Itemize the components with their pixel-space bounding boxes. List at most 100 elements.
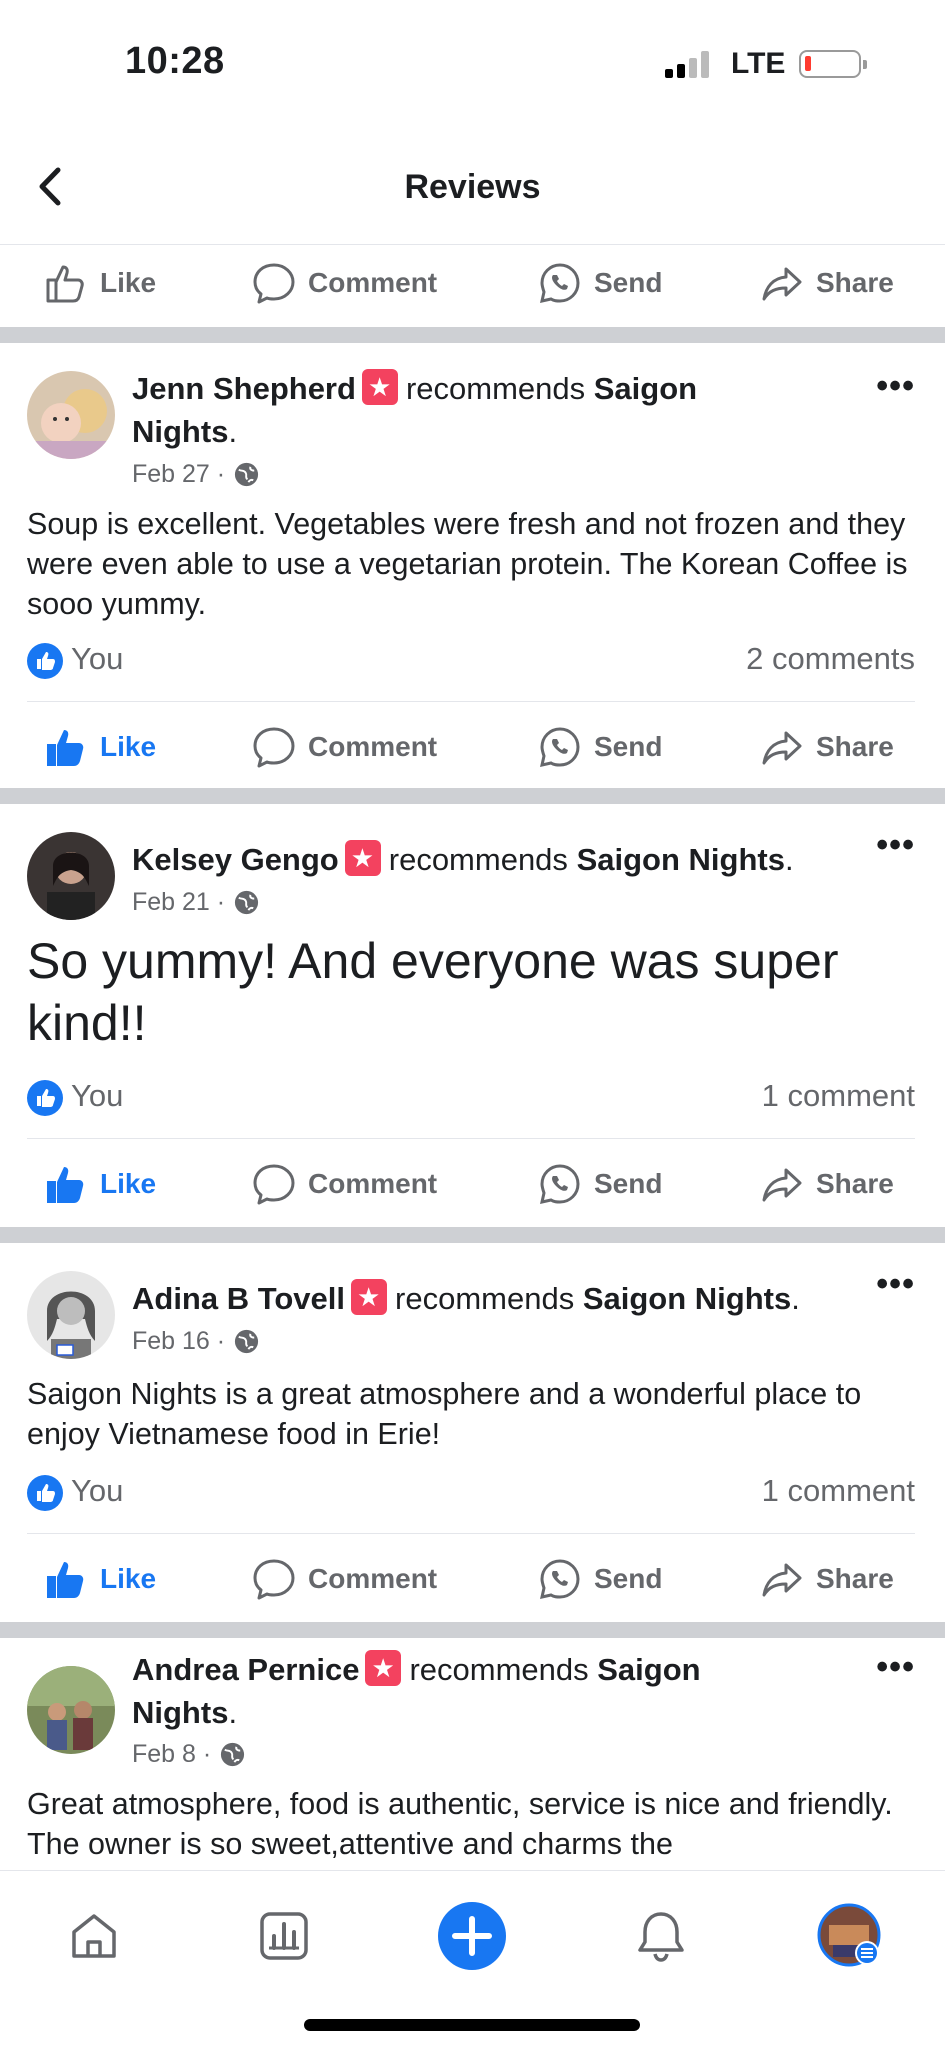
home-icon	[72, 1914, 116, 1958]
page-link[interactable]: Saigon	[594, 371, 697, 406]
share-button[interactable]: Share	[760, 241, 894, 325]
post-headline: Kelsey Gengorecommends Saigon Nights.	[132, 838, 855, 881]
like-button[interactable]: Like	[44, 1142, 156, 1226]
post-date[interactable]: Feb 27	[132, 460, 210, 489]
like-label: Like	[100, 267, 157, 298]
battery-icon	[799, 50, 867, 78]
author-name[interactable]: Jenn Shepherd	[132, 371, 356, 406]
whatsapp-icon	[540, 727, 580, 767]
page-link-continued[interactable]: Nights	[132, 414, 228, 449]
send-label: Send	[594, 1168, 663, 1199]
reactor-name: You	[71, 1473, 124, 1508]
thumbs-up-icon	[47, 730, 84, 766]
more-options-button[interactable]: •••	[876, 1265, 915, 1304]
page-link[interactable]: Saigon Nights	[583, 1281, 791, 1316]
recommends-text: recommends	[395, 1281, 575, 1316]
separator	[27, 1138, 915, 1139]
tab-profile[interactable]	[815, 1901, 885, 1971]
recommend-star-icon	[344, 840, 381, 876]
more-dots-icon: •••	[876, 1265, 915, 1303]
speech-bubble-icon	[253, 727, 295, 768]
like-button[interactable]: Like	[44, 705, 156, 789]
post-headline: Adina B Tovellrecommends Saigon Nights.	[132, 1277, 855, 1320]
post-headline: Andrea Pernicerecommends SaigonNights.	[132, 1648, 825, 1734]
separator	[27, 701, 915, 702]
more-dots-icon: •••	[876, 826, 915, 864]
tab-create[interactable]	[437, 1901, 507, 1971]
page-link[interactable]: Saigon Nights	[577, 842, 785, 877]
recommends-text: recommends	[388, 842, 568, 877]
avatar[interactable]	[27, 1271, 115, 1359]
like-reaction-icon	[27, 643, 63, 679]
comment-count[interactable]: 1 comment	[762, 1078, 915, 1114]
send-label: Send	[594, 731, 663, 762]
reactor-name: You	[71, 641, 124, 676]
more-options-button[interactable]: •••	[876, 367, 915, 406]
post-meta: Feb 8 ·	[132, 1740, 246, 1769]
like-label: Like	[100, 1563, 157, 1594]
post-divider	[0, 1227, 945, 1243]
network-label: LTE	[731, 47, 786, 80]
globe-icon	[235, 890, 259, 915]
post-date[interactable]: Feb 21	[132, 888, 210, 917]
more-options-button[interactable]: •••	[876, 826, 915, 865]
share-button[interactable]: Share	[760, 1142, 894, 1226]
more-options-button[interactable]: •••	[876, 1648, 915, 1687]
avatar[interactable]	[27, 1666, 115, 1754]
recommends-text: recommends	[405, 371, 586, 406]
comment-button[interactable]: Comment	[252, 705, 437, 789]
comment-button[interactable]: Comment	[252, 241, 437, 325]
review-text: So yummy! And everyone was super kind!!	[27, 933, 839, 1051]
send-button[interactable]: Send	[538, 1537, 662, 1621]
globe-icon	[235, 462, 259, 487]
page-link-continued[interactable]: Nights	[132, 1695, 228, 1730]
reaction-summary[interactable]: You 1 comment	[27, 1078, 915, 1118]
status-time: 10:28	[125, 40, 225, 82]
share-label: Share	[816, 1168, 894, 1199]
author-name[interactable]: Kelsey Gengo	[132, 842, 339, 877]
avatar[interactable]	[27, 371, 115, 459]
author-name[interactable]: Andrea Pernice	[132, 1652, 359, 1687]
avatar[interactable]	[27, 832, 115, 920]
recommend-star-icon	[351, 1279, 388, 1315]
reaction-summary[interactable]: You 2 comments	[27, 641, 915, 681]
globe-icon	[235, 1329, 259, 1354]
send-button[interactable]: Send	[538, 1142, 662, 1226]
like-button[interactable]: Like	[44, 1537, 156, 1621]
reaction-summary[interactable]: You 1 comment	[27, 1473, 915, 1513]
post-date[interactable]: Feb 16	[132, 1327, 210, 1356]
send-button[interactable]: Send	[538, 241, 662, 325]
comment-label: Comment	[308, 1563, 438, 1594]
tab-home[interactable]	[59, 1901, 129, 1971]
comment-button[interactable]: Comment	[252, 1537, 437, 1621]
share-button[interactable]: Share	[760, 1537, 894, 1621]
more-dots-icon: •••	[876, 367, 915, 405]
post-divider	[0, 788, 945, 804]
post-date[interactable]: Feb 8	[132, 1740, 196, 1769]
tab-insights[interactable]	[249, 1901, 319, 1971]
send-label: Send	[594, 1563, 663, 1594]
like-button[interactable]: Like	[44, 241, 156, 325]
post-headline: Jenn Shepherdrecommends SaigonNights.	[132, 367, 825, 453]
post-divider	[0, 327, 945, 343]
send-button[interactable]: Send	[538, 705, 662, 789]
bell-icon	[638, 1912, 684, 1962]
comment-label: Comment	[308, 731, 438, 762]
comment-button[interactable]: Comment	[252, 1142, 437, 1226]
comment-count[interactable]: 2 comments	[746, 641, 915, 677]
speech-bubble-icon	[253, 1559, 295, 1600]
bottom-tab-bar	[0, 1870, 945, 2048]
author-name[interactable]: Adina B Tovell	[132, 1281, 345, 1316]
profile-avatar-icon	[817, 1903, 881, 1967]
share-label: Share	[816, 267, 894, 298]
reactor-name: You	[71, 1078, 124, 1113]
share-button[interactable]: Share	[760, 705, 894, 789]
comment-count[interactable]: 1 comment	[762, 1473, 915, 1509]
thumbs-up-icon	[46, 265, 84, 303]
review-post: Andrea Pernicerecommends SaigonNights. •…	[0, 1638, 945, 1870]
page-link[interactable]: Saigon	[597, 1652, 700, 1687]
whatsapp-icon	[540, 1164, 580, 1204]
insights-icon	[260, 1912, 308, 1960]
tab-notifications[interactable]	[626, 1901, 696, 1971]
post-meta: Feb 21 ·	[132, 888, 260, 917]
